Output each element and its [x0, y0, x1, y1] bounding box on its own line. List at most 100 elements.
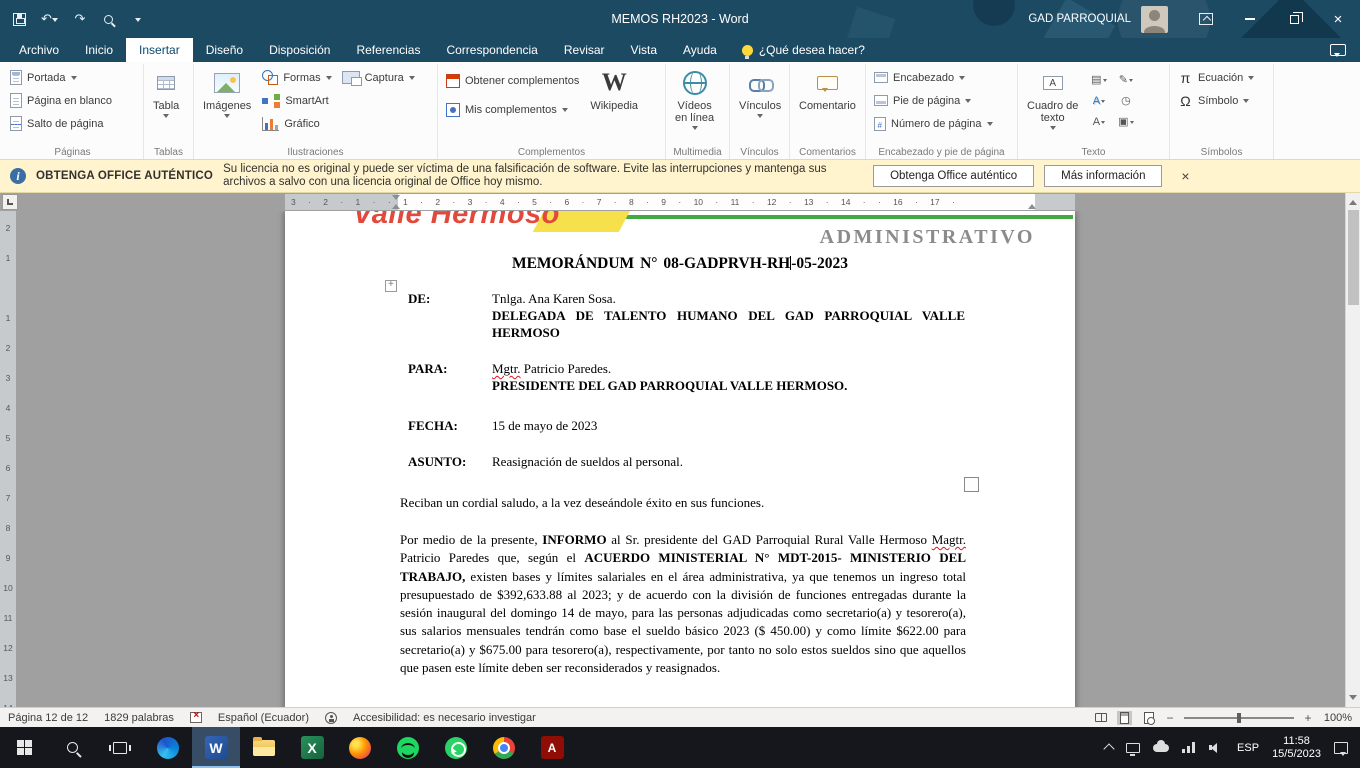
obtener-complementos-button[interactable]: Obtener complementos — [443, 66, 582, 95]
ribbon-display-options-button[interactable] — [1184, 0, 1228, 38]
taskbar-acrobat-button[interactable]: A — [528, 727, 576, 768]
tab-disposicion[interactable]: Disposición — [256, 38, 343, 62]
tabla-button[interactable]: Tabla — [149, 66, 183, 121]
wikipedia-button[interactable]: W Wikipedia — [586, 66, 642, 112]
taskbar-firefox-button[interactable] — [336, 727, 384, 768]
taskbar-spotify-button[interactable] — [384, 727, 432, 768]
cuadro-de-texto-button[interactable]: Cuadro de texto — [1023, 66, 1082, 133]
wordart-button[interactable]: A — [1086, 91, 1111, 110]
numero-de-pagina-button[interactable]: Número de página — [871, 112, 996, 135]
onedrive-tray-icon[interactable] — [1153, 744, 1169, 752]
feedback-icon[interactable] — [1330, 44, 1346, 56]
tab-vista[interactable]: Vista — [618, 38, 670, 62]
zoom-level[interactable]: 100% — [1322, 712, 1352, 724]
taskbar-word-button[interactable]: W — [192, 727, 240, 768]
elementos-rapidos-button[interactable]: ▤ — [1086, 70, 1111, 89]
volume-icon[interactable] — [1209, 742, 1224, 754]
ribbon-group-comentarios: Comentario Comentarios — [790, 64, 866, 159]
vertical-ruler[interactable]: 2 1 1 2 3 4 5 6 7 8 9 10 11 12 13 14 — [0, 211, 16, 707]
tab-selector[interactable] — [2, 194, 18, 210]
pagina-en-blanco-button[interactable]: Página en blanco — [7, 89, 115, 112]
formas-button[interactable]: Formas — [259, 66, 334, 89]
portada-button[interactable]: Portada — [7, 66, 115, 89]
undo-button[interactable]: ↶ — [41, 9, 58, 29]
taskbar-file-explorer-button[interactable] — [240, 727, 288, 768]
indent-marker-right[interactable] — [1028, 195, 1037, 209]
display-tray-icon[interactable] — [1126, 743, 1140, 753]
smartart-button[interactable]: SmartArt — [259, 89, 334, 112]
save-button[interactable] — [12, 9, 26, 29]
zoom-out-button[interactable]: − — [1165, 711, 1175, 725]
web-layout-button[interactable] — [1141, 711, 1156, 725]
scrollbar-thumb[interactable] — [1348, 210, 1359, 305]
start-button[interactable] — [0, 727, 48, 768]
message-bar-close-button[interactable]: × — [1172, 168, 1198, 184]
keyboard-language[interactable]: ESP — [1237, 742, 1259, 754]
ecuacion-button[interactable]: π Ecuación — [1175, 66, 1257, 89]
pie-de-pagina-button[interactable]: Pie de página — [871, 89, 996, 112]
close-button[interactable]: × — [1316, 0, 1360, 38]
taskbar-whatsapp-button[interactable] — [432, 727, 480, 768]
taskbar-chrome-button[interactable] — [480, 727, 528, 768]
zoom-in-button[interactable]: + — [1303, 711, 1313, 725]
accessibility-status[interactable]: Accesibilidad: es necesario investigar — [353, 712, 536, 724]
tab-archivo[interactable]: Archivo — [6, 38, 72, 62]
account-name[interactable]: GAD PARROQUIAL — [1028, 13, 1131, 25]
task-view-button[interactable] — [96, 727, 144, 768]
clock[interactable]: 11:58 15/5/2023 — [1272, 735, 1321, 761]
chevron-down-icon — [52, 18, 58, 25]
page-indicator[interactable]: Página 12 de 12 — [8, 712, 88, 724]
get-genuine-office-button[interactable]: Obtenga Office auténtico — [873, 165, 1034, 187]
restore-button[interactable] — [1272, 0, 1316, 38]
vinculos-button[interactable]: Vínculos — [735, 66, 785, 121]
field-para-name-rest: Patricio Paredes. — [521, 361, 612, 376]
vertical-scrollbar[interactable] — [1345, 193, 1360, 707]
more-info-button[interactable]: Más información — [1044, 165, 1162, 187]
linea-de-firma-button[interactable]: ✎ — [1113, 70, 1138, 89]
language-indicator[interactable]: Español (Ecuador) — [218, 712, 309, 724]
salto-de-pagina-button[interactable]: Salto de página — [7, 112, 115, 135]
tell-me-search[interactable]: ¿Qué desea hacer? — [730, 38, 877, 62]
tab-correspondencia[interactable]: Correspondencia — [433, 38, 550, 62]
tab-revisar[interactable]: Revisar — [551, 38, 618, 62]
indent-marker-left[interactable] — [392, 195, 401, 209]
read-mode-button[interactable] — [1093, 711, 1108, 725]
scroll-up-arrow[interactable] — [1346, 193, 1360, 208]
encabezado-button[interactable]: Encabezado — [871, 66, 996, 89]
objeto-button[interactable]: ▣ — [1113, 112, 1138, 131]
fecha-y-hora-button[interactable]: ◷ — [1113, 91, 1138, 110]
taskbar-edge-button[interactable] — [144, 727, 192, 768]
document-page[interactable]: Valle Hermoso ADMINISTRATIVO MEMORÁNDUM … — [285, 211, 1075, 707]
network-icon[interactable] — [1182, 742, 1196, 753]
customize-qat-button[interactable] — [131, 9, 145, 29]
videos-en-linea-button[interactable]: Vídeos en línea — [671, 66, 718, 133]
tab-diseno[interactable]: Diseño — [193, 38, 256, 62]
mis-complementos-button[interactable]: Mis complementos — [443, 95, 582, 124]
imagenes-button[interactable]: Imágenes — [199, 66, 255, 121]
minimize-button[interactable] — [1228, 0, 1272, 38]
tab-insertar[interactable]: Insertar — [126, 38, 193, 62]
taskbar-search-button[interactable] — [48, 727, 96, 768]
captura-button[interactable]: Captura — [339, 66, 418, 89]
zoom-button[interactable] — [102, 9, 116, 29]
hidden-icons-chevron[interactable] — [1103, 743, 1114, 754]
simbolo-button[interactable]: Ω Símbolo — [1175, 89, 1257, 112]
tab-referencias[interactable]: Referencias — [343, 38, 433, 62]
user-avatar[interactable] — [1141, 6, 1168, 33]
action-center-icon[interactable] — [1334, 742, 1348, 754]
redo-button[interactable]: ↷ — [73, 9, 87, 29]
object-anchor-handle[interactable] — [385, 280, 397, 292]
print-layout-button[interactable] — [1117, 711, 1132, 725]
horizontal-ruler[interactable]: 3 · 2 · 1 · · 1 · 2 · 3 · 4 · 5 · 6 · 7 … — [285, 194, 1075, 210]
grafico-button[interactable]: Gráfico — [259, 112, 334, 135]
word-count[interactable]: 1829 palabras — [104, 712, 174, 724]
tab-inicio[interactable]: Inicio — [72, 38, 126, 62]
comentario-button[interactable]: Comentario — [795, 66, 860, 112]
checkbox-mark[interactable] — [964, 477, 979, 492]
tab-ayuda[interactable]: Ayuda — [670, 38, 730, 62]
scroll-down-arrow[interactable] — [1346, 692, 1360, 707]
zoom-slider[interactable] — [1184, 717, 1294, 719]
proofing-errors-icon[interactable] — [190, 712, 202, 723]
letra-capital-button[interactable]: A — [1086, 112, 1111, 131]
taskbar-excel-button[interactable]: X — [288, 727, 336, 768]
